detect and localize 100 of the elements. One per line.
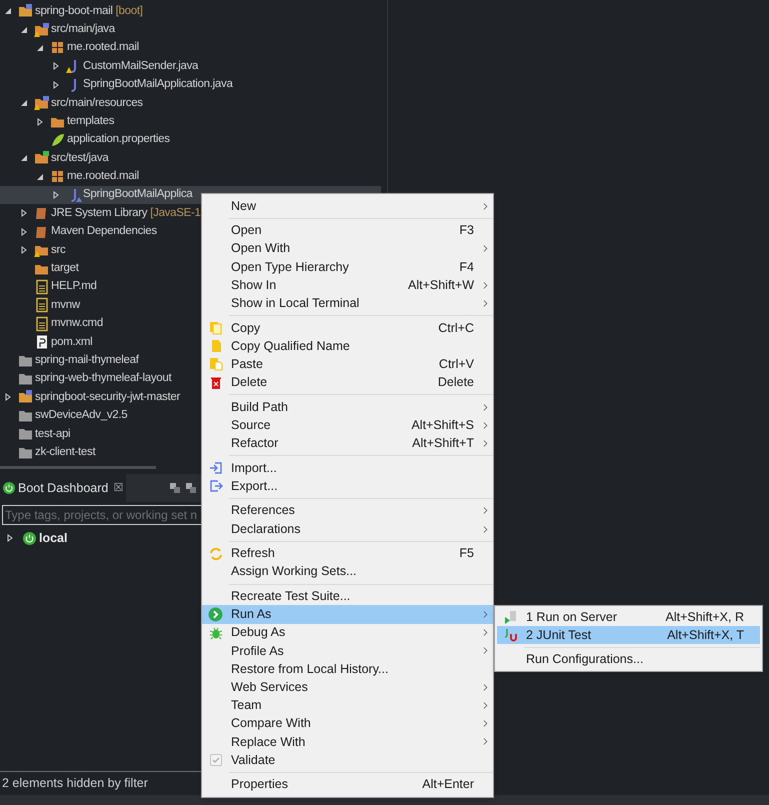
junit-icon	[504, 628, 518, 642]
tree-item[interactable]: CustomMailSender.java	[0, 57, 387, 76]
expanded-arrow-icon[interactable]	[4, 7, 12, 16]
tab-label: Boot Dashboard	[18, 480, 108, 497]
tree-item-label: Maven Dependencies	[51, 224, 157, 240]
tree-item[interactable]: application.properties	[0, 130, 387, 150]
project-folder-icon	[18, 371, 34, 387]
leaf-icon	[50, 132, 66, 148]
toolbar-icon[interactable]	[169, 482, 181, 494]
menu-item[interactable]: Refresh F5	[202, 544, 493, 563]
tree-item-label: spring-boot-mail	[35, 4, 113, 19]
collapsed-arrow-icon[interactable]	[20, 209, 28, 218]
menu-item[interactable]: Web Services	[202, 678, 493, 696]
menu-item[interactable]: 2 JUnit Test Alt+Shift+X, T	[497, 626, 760, 644]
tree-item[interactable]: templates	[0, 112, 387, 131]
menu-item[interactable]: Run Configurations...	[497, 650, 760, 669]
tree-item-label: target	[51, 261, 79, 276]
menu-item[interactable]: 1 Run on Server Alt+Shift+X, R	[497, 608, 760, 626]
toolbar-icon[interactable]	[185, 482, 197, 494]
tree-item-label: pom.xml	[51, 334, 92, 350]
tree-item[interactable]: src/test/java	[0, 149, 387, 168]
menu-item[interactable]: Open F3	[202, 222, 493, 240]
tree-item-label: templates	[67, 114, 114, 129]
power-icon	[3, 482, 15, 494]
tree-item[interactable]: SpringBootMailApplication.java	[0, 76, 387, 94]
collapsed-arrow-icon[interactable]	[52, 191, 60, 200]
collapsed-arrow-icon[interactable]	[36, 118, 44, 126]
file-icon	[34, 316, 50, 332]
project-folder-icon	[18, 3, 34, 20]
tree-item-label: application.properties	[67, 132, 170, 148]
menu-item[interactable]: Build Path	[202, 398, 493, 416]
folder-icon	[34, 150, 50, 166]
menu-item[interactable]: Replace With	[202, 732, 493, 751]
menu-item[interactable]: Compare With	[202, 714, 493, 733]
package-icon	[50, 168, 66, 185]
menu-item[interactable]: Refactor Alt+Shift+T	[202, 434, 493, 453]
menu-item[interactable]: Open With	[202, 240, 493, 258]
project-folder-icon	[18, 389, 34, 406]
menu-item[interactable]: Restore from Local History...	[202, 660, 493, 678]
close-tab-button[interactable]: ☒	[113, 480, 124, 496]
bug-icon	[208, 626, 222, 640]
menu-item[interactable]: Import...	[202, 459, 493, 478]
file-icon	[34, 297, 50, 314]
collapsed-arrow-icon[interactable]	[52, 62, 60, 70]
file-icon	[34, 279, 50, 296]
collapsed-arrow-icon[interactable]	[20, 228, 28, 236]
tree-item-label: CustomMailSender.java	[83, 58, 198, 74]
menu-item[interactable]: Open Type Hierarchy F4	[202, 258, 493, 276]
menu-item[interactable]: Paste Ctrl+V	[202, 355, 493, 374]
tree-item[interactable]: src/main/java	[0, 20, 387, 39]
tree-item[interactable]: spring-boot-mail [boot]	[0, 2, 387, 20]
copy-icon	[208, 321, 222, 335]
menu-item[interactable]: Show in Local Terminal	[202, 294, 493, 313]
folder-icon	[34, 22, 50, 38]
expanded-arrow-icon[interactable]	[36, 44, 44, 52]
menu-item[interactable]: Copy Ctrl+C	[202, 318, 493, 338]
delete-icon	[208, 376, 222, 390]
tree-item-decoration: [boot]	[116, 4, 143, 19]
dashboard-item-label: local	[39, 530, 68, 547]
menu-item[interactable]: Profile As	[202, 642, 493, 660]
expanded-arrow-icon[interactable]	[20, 26, 28, 34]
collapsed-arrow-icon[interactable]	[52, 80, 60, 89]
expanded-arrow-icon[interactable]	[20, 154, 28, 162]
menu-item[interactable]: Delete Delete	[202, 373, 493, 392]
tree-item[interactable]: me.rooted.mail	[0, 168, 387, 186]
tree-item-label: src/main/resources	[51, 96, 143, 111]
xml-file-icon	[34, 334, 50, 350]
tree-item-label: spring-mail-thymeleaf	[35, 352, 139, 368]
package-icon	[50, 40, 66, 56]
tree-item[interactable]: me.rooted.mail	[0, 38, 387, 58]
menu-item[interactable]: Validate	[202, 750, 493, 770]
tree-item-decoration: [JavaSE-1	[150, 206, 201, 221]
tree-item-label: SpringBootMailApplica	[83, 187, 192, 202]
menu-item[interactable]: Assign Working Sets...	[202, 562, 493, 581]
tree-item-label: mvnw	[51, 298, 80, 313]
menu-item[interactable]: Run As	[202, 605, 493, 624]
tree-item-label: mvnw.cmd	[51, 316, 103, 332]
tree-item-label: me.rooted.mail	[67, 40, 139, 56]
checkbox-icon	[208, 753, 222, 768]
tree-item-label: springboot-security-jwt-master	[35, 390, 180, 405]
menu-item[interactable]: Debug As	[202, 624, 493, 642]
tree-item[interactable]: src/main/resources	[0, 94, 387, 112]
menu-item[interactable]: Export...	[202, 477, 493, 496]
status-text: 2 elements hidden by filter	[2, 775, 148, 792]
expanded-arrow-icon[interactable]	[20, 99, 28, 108]
menu-item[interactable]: Show In Alt+Shift+W	[202, 276, 493, 294]
tree-item-label: spring-web-thymeleaf-layout	[35, 371, 172, 386]
refresh-icon	[208, 546, 222, 561]
menu-item[interactable]: Recreate Test Suite...	[202, 587, 493, 606]
menu-item[interactable]: Properties Alt+Enter	[202, 776, 493, 794]
menu-item[interactable]: Source Alt+Shift+S	[202, 416, 493, 434]
collapsed-arrow-icon[interactable]	[6, 534, 14, 542]
boot-dashboard-tab[interactable]: Boot Dashboard ☒	[0, 474, 126, 502]
export-icon	[208, 479, 222, 494]
tree-item-label: test-api	[35, 426, 70, 442]
collapsed-arrow-icon[interactable]	[20, 246, 28, 254]
menu-item[interactable]: Copy Qualified Name	[202, 337, 493, 356]
collapsed-arrow-icon[interactable]	[4, 393, 12, 402]
expanded-arrow-icon[interactable]	[36, 172, 44, 181]
menu-item[interactable]: Team	[202, 696, 493, 715]
